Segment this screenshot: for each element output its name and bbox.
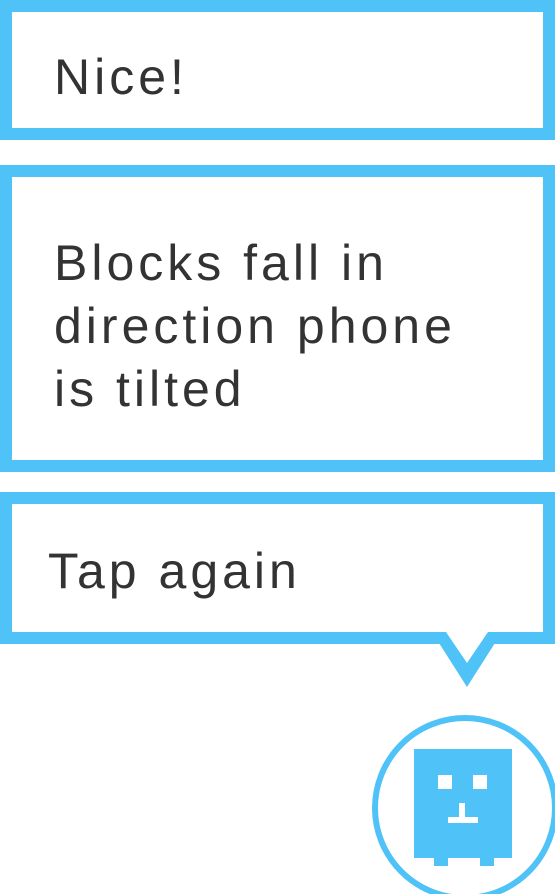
robot-face-icon[interactable] (372, 711, 555, 894)
speech-bubble-tail (432, 632, 502, 687)
